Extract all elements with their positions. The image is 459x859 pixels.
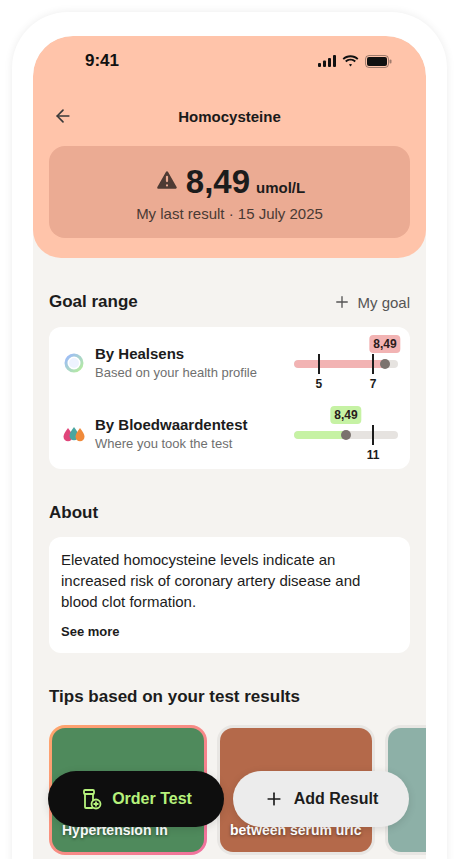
battery-icon <box>365 55 392 68</box>
status-time: 9:41 <box>85 51 119 71</box>
range-subtitle: Where you took the test <box>95 436 284 451</box>
about-header: About <box>49 503 410 523</box>
range-text: By Healsens Based on your health profile <box>95 345 284 380</box>
add-result-button[interactable]: Add Result <box>233 771 409 827</box>
result-card: 8,49 umol/L My last result · 15 July 2025 <box>49 146 410 238</box>
arrow-left-icon <box>53 106 73 126</box>
test-kit-icon <box>80 788 102 810</box>
range-text: By Bloedwaardentest Where you took the te… <box>95 416 284 451</box>
warning-icon <box>154 167 180 193</box>
tick-label: 5 <box>316 377 323 391</box>
tick-label: 7 <box>370 377 377 391</box>
range-subtitle: Based on your health profile <box>95 365 284 380</box>
back-button[interactable] <box>51 104 75 128</box>
range-name: By Healsens <box>95 345 284 362</box>
signal-icon <box>318 55 336 67</box>
result-value: 8,49 <box>186 163 250 201</box>
range-name: By Bloedwaardentest <box>95 416 284 433</box>
status-bar: 9:41 <box>49 36 410 86</box>
range-row: By Healsens Based on your health profile 8… <box>49 327 410 398</box>
plus-icon <box>333 293 351 311</box>
my-goal-button[interactable]: My goal <box>329 293 410 311</box>
order-test-button[interactable]: Order Test <box>48 771 224 827</box>
title-row: Homocysteine <box>49 86 410 146</box>
source-logo <box>63 423 85 445</box>
value-badge: 8,49 <box>330 406 361 424</box>
wifi-icon <box>342 55 359 67</box>
status-icons <box>318 55 392 68</box>
screen: 9:41 Homocysteine 8,49 umol/L My last result… <box>33 36 426 859</box>
source-logo <box>63 352 85 374</box>
range-gauge: 8,49 11 <box>294 406 398 462</box>
see-more-link[interactable]: See more <box>61 624 120 639</box>
section-title: Tips based on your test results <box>49 687 300 707</box>
phone-frame: 9:41 Homocysteine 8,49 umol/L My last result… <box>12 12 447 859</box>
tick-label: 11 <box>367 448 380 462</box>
healsens-logo-icon <box>64 353 84 373</box>
result-subtitle: My last result · 15 July 2025 <box>136 205 323 222</box>
action-bar: Order TestAdd Result <box>48 771 409 827</box>
tips-header: Tips based on your test results <box>49 687 410 707</box>
result-unit: umol/L <box>256 179 305 196</box>
about-card: Elevated homocysteine levels indicate an… <box>49 537 410 653</box>
goal-range-card: By Healsens Based on your health profile 8… <box>49 327 410 469</box>
section-title: About <box>49 503 98 523</box>
gauge-tick <box>372 354 374 374</box>
gauge-tick <box>318 354 320 374</box>
gauge-tick <box>372 425 374 445</box>
content: Goal range My goal By Healsens Based on you… <box>33 258 426 855</box>
value-marker <box>380 359 390 369</box>
result-row: 8,49 umol/L <box>154 163 305 201</box>
value-badge: 8,49 <box>369 335 400 353</box>
section-title: Goal range <box>49 292 138 312</box>
range-gauge: 8,49 5 7 <box>294 335 398 391</box>
blood-drops-logo-icon <box>63 424 85 444</box>
range-row: By Bloedwaardentest Where you took the te… <box>49 398 410 469</box>
header: 9:41 Homocysteine 8,49 umol/L My last result… <box>33 36 426 258</box>
plus-icon <box>264 789 284 809</box>
about-text: Elevated homocysteine levels indicate an… <box>61 549 398 612</box>
goal-range-header: Goal range My goal <box>49 292 410 312</box>
gauge-fill <box>294 431 346 439</box>
value-marker <box>341 430 351 440</box>
page-title: Homocysteine <box>178 108 281 125</box>
